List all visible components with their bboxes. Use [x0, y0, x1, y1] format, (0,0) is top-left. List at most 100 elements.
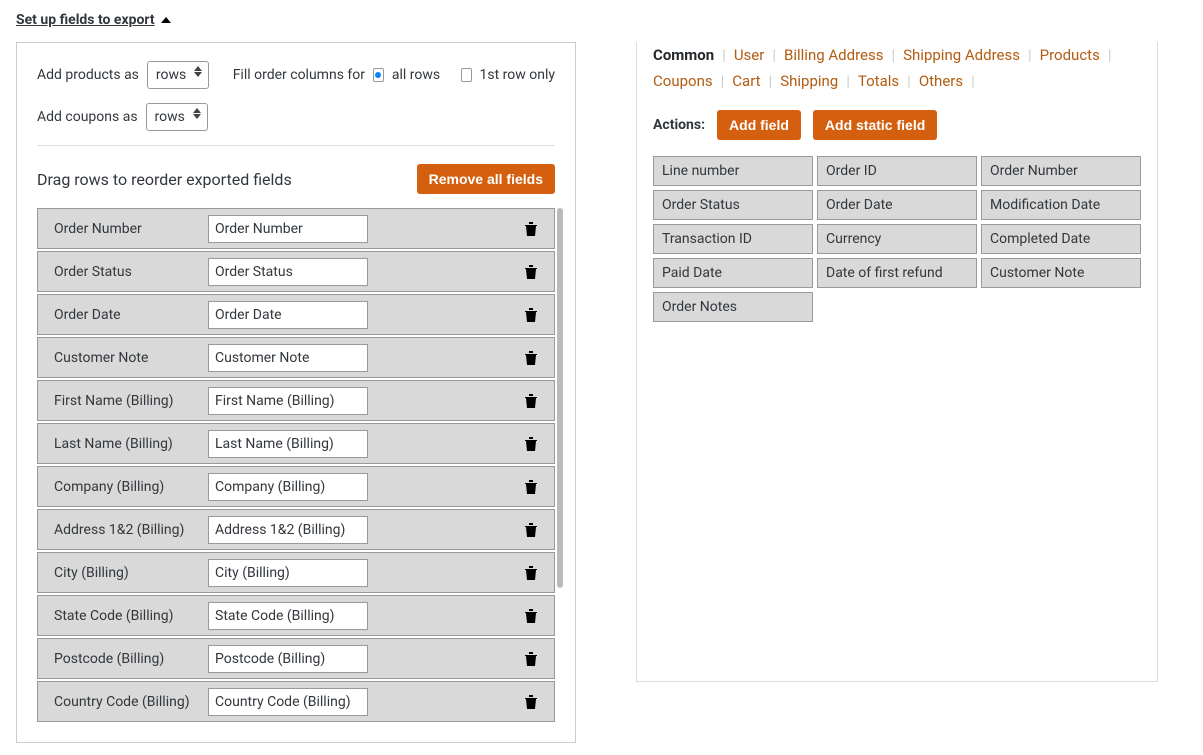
field-row[interactable]: Order NumberOrder Number	[37, 208, 555, 249]
field-value-input[interactable]: City (Billing)	[208, 559, 368, 587]
export-fields-panel: Add products as rows Fill order columns …	[16, 42, 576, 743]
delete-icon[interactable]	[524, 522, 538, 538]
select-arrows-icon	[193, 108, 201, 119]
field-value-input[interactable]: Last Name (Billing)	[208, 430, 368, 458]
tab-separator: |	[846, 68, 850, 94]
field-row[interactable]: Postcode (Billing)Postcode (Billing)	[37, 638, 555, 679]
field-tabs: Common|User|Billing Address|Shipping Add…	[653, 42, 1141, 94]
field-row[interactable]: First Name (Billing)First Name (Billing)	[37, 380, 555, 421]
remove-all-button[interactable]: Remove all fields	[417, 164, 555, 194]
field-label: Order Number	[38, 221, 208, 237]
delete-icon[interactable]	[524, 221, 538, 237]
field-label: State Code (Billing)	[38, 608, 208, 624]
available-field[interactable]: Currency	[817, 224, 977, 254]
tab-shipping[interactable]: Shipping	[780, 68, 838, 94]
available-field[interactable]: Completed Date	[981, 224, 1141, 254]
tab-coupons[interactable]: Coupons	[653, 68, 713, 94]
available-field[interactable]: Transaction ID	[653, 224, 813, 254]
tab-billing-address[interactable]: Billing Address	[784, 42, 883, 68]
field-value-input[interactable]: Customer Note	[208, 344, 368, 372]
add-coupons-label: Add coupons as	[37, 109, 138, 125]
tab-separator: |	[769, 68, 773, 94]
field-label: City (Billing)	[38, 565, 208, 581]
field-label: Postcode (Billing)	[38, 651, 208, 667]
delete-icon[interactable]	[524, 565, 538, 581]
field-row[interactable]: City (Billing)City (Billing)	[37, 552, 555, 593]
delete-icon[interactable]	[524, 651, 538, 667]
field-label: First Name (Billing)	[38, 393, 208, 409]
delete-icon[interactable]	[524, 608, 538, 624]
products-select[interactable]: rows	[147, 61, 209, 89]
tab-separator: |	[721, 68, 725, 94]
actions-label: Actions:	[653, 117, 705, 133]
tab-separator: |	[722, 42, 726, 68]
available-field[interactable]: Order Status	[653, 190, 813, 220]
field-label: Country Code (Billing)	[38, 694, 208, 710]
tab-separator: |	[971, 68, 975, 94]
section-title-text: Set up fields to export	[16, 12, 155, 28]
field-row[interactable]: State Code (Billing)State Code (Billing)	[37, 595, 555, 636]
add-field-button[interactable]: Add field	[717, 110, 801, 140]
tab-separator: |	[891, 42, 895, 68]
available-field[interactable]: Order ID	[817, 156, 977, 186]
available-field[interactable]: Line number	[653, 156, 813, 186]
radio-first-row[interactable]	[461, 68, 472, 82]
field-value-input[interactable]: Address 1&2 (Billing)	[208, 516, 368, 544]
tab-common[interactable]: Common	[653, 42, 714, 68]
available-field[interactable]: Order Number	[981, 156, 1141, 186]
radio-all-rows[interactable]	[373, 68, 384, 82]
available-field[interactable]: Order Notes	[653, 292, 813, 322]
tab-products[interactable]: Products	[1040, 42, 1100, 68]
tab-separator: |	[1028, 42, 1032, 68]
add-static-field-button[interactable]: Add static field	[813, 110, 937, 140]
add-products-label: Add products as	[37, 67, 139, 83]
tab-shipping-address[interactable]: Shipping Address	[903, 42, 1020, 68]
field-row[interactable]: Order DateOrder Date	[37, 294, 555, 335]
available-field[interactable]: Order Date	[817, 190, 977, 220]
field-label: Last Name (Billing)	[38, 436, 208, 452]
field-value-input[interactable]: State Code (Billing)	[208, 602, 368, 630]
tab-separator: |	[1108, 42, 1112, 68]
field-value-input[interactable]: Order Number	[208, 215, 368, 243]
available-field[interactable]: Modification Date	[981, 190, 1141, 220]
field-row[interactable]: Customer NoteCustomer Note	[37, 337, 555, 378]
field-row[interactable]: Last Name (Billing)Last Name (Billing)	[37, 423, 555, 464]
available-fields-grid: Line numberOrder IDOrder Number Order Sta…	[653, 156, 1141, 322]
field-value-input[interactable]: Company (Billing)	[208, 473, 368, 501]
delete-icon[interactable]	[524, 264, 538, 280]
available-field[interactable]: Date of first refund	[817, 258, 977, 288]
field-row[interactable]: Address 1&2 (Billing)Address 1&2 (Billin…	[37, 509, 555, 550]
field-label: Address 1&2 (Billing)	[38, 522, 208, 538]
delete-icon[interactable]	[524, 694, 538, 710]
field-value-input[interactable]: First Name (Billing)	[208, 387, 368, 415]
field-value-input[interactable]: Postcode (Billing)	[208, 645, 368, 673]
reorder-title: Drag rows to reorder exported fields	[37, 170, 292, 189]
radio-all-rows-label: all rows	[392, 67, 440, 83]
divider	[37, 145, 555, 146]
field-value-input[interactable]: Order Status	[208, 258, 368, 286]
available-field[interactable]: Customer Note	[981, 258, 1141, 288]
delete-icon[interactable]	[524, 307, 538, 323]
radio-first-row-label: 1st row only	[480, 67, 555, 83]
field-row[interactable]: Company (Billing)Company (Billing)	[37, 466, 555, 507]
tab-others[interactable]: Others	[919, 68, 963, 94]
delete-icon[interactable]	[524, 350, 538, 366]
section-toggle[interactable]: Set up fields to export	[16, 12, 171, 28]
available-fields-panel: Common|User|Billing Address|Shipping Add…	[636, 42, 1158, 682]
tab-separator: |	[772, 42, 776, 68]
field-row[interactable]: Country Code (Billing)Country Code (Bill…	[37, 681, 555, 722]
delete-icon[interactable]	[524, 479, 538, 495]
field-value-input[interactable]: Order Date	[208, 301, 368, 329]
available-field[interactable]: Paid Date	[653, 258, 813, 288]
tab-cart[interactable]: Cart	[732, 68, 760, 94]
scrollbar[interactable]	[557, 208, 563, 588]
delete-icon[interactable]	[524, 393, 538, 409]
delete-icon[interactable]	[524, 436, 538, 452]
tab-user[interactable]: User	[734, 42, 765, 68]
field-label: Customer Note	[38, 350, 208, 366]
field-value-input[interactable]: Country Code (Billing)	[208, 688, 368, 716]
field-label: Order Date	[38, 307, 208, 323]
field-row[interactable]: Order StatusOrder Status	[37, 251, 555, 292]
tab-totals[interactable]: Totals	[858, 68, 899, 94]
coupons-select[interactable]: rows	[146, 103, 208, 131]
